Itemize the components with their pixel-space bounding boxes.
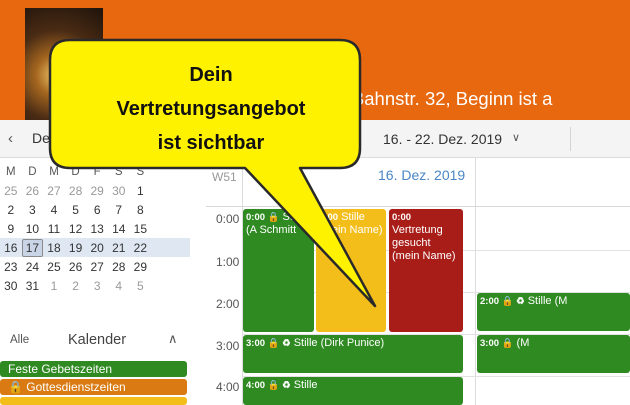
callout-text: Dein Vertretungsangebot ist sichtbar [68,58,354,160]
callout-line: Dein [189,64,233,86]
callout-line: Vertretungsangebot [116,98,306,120]
callout-line: ist sichtbar [157,132,265,154]
